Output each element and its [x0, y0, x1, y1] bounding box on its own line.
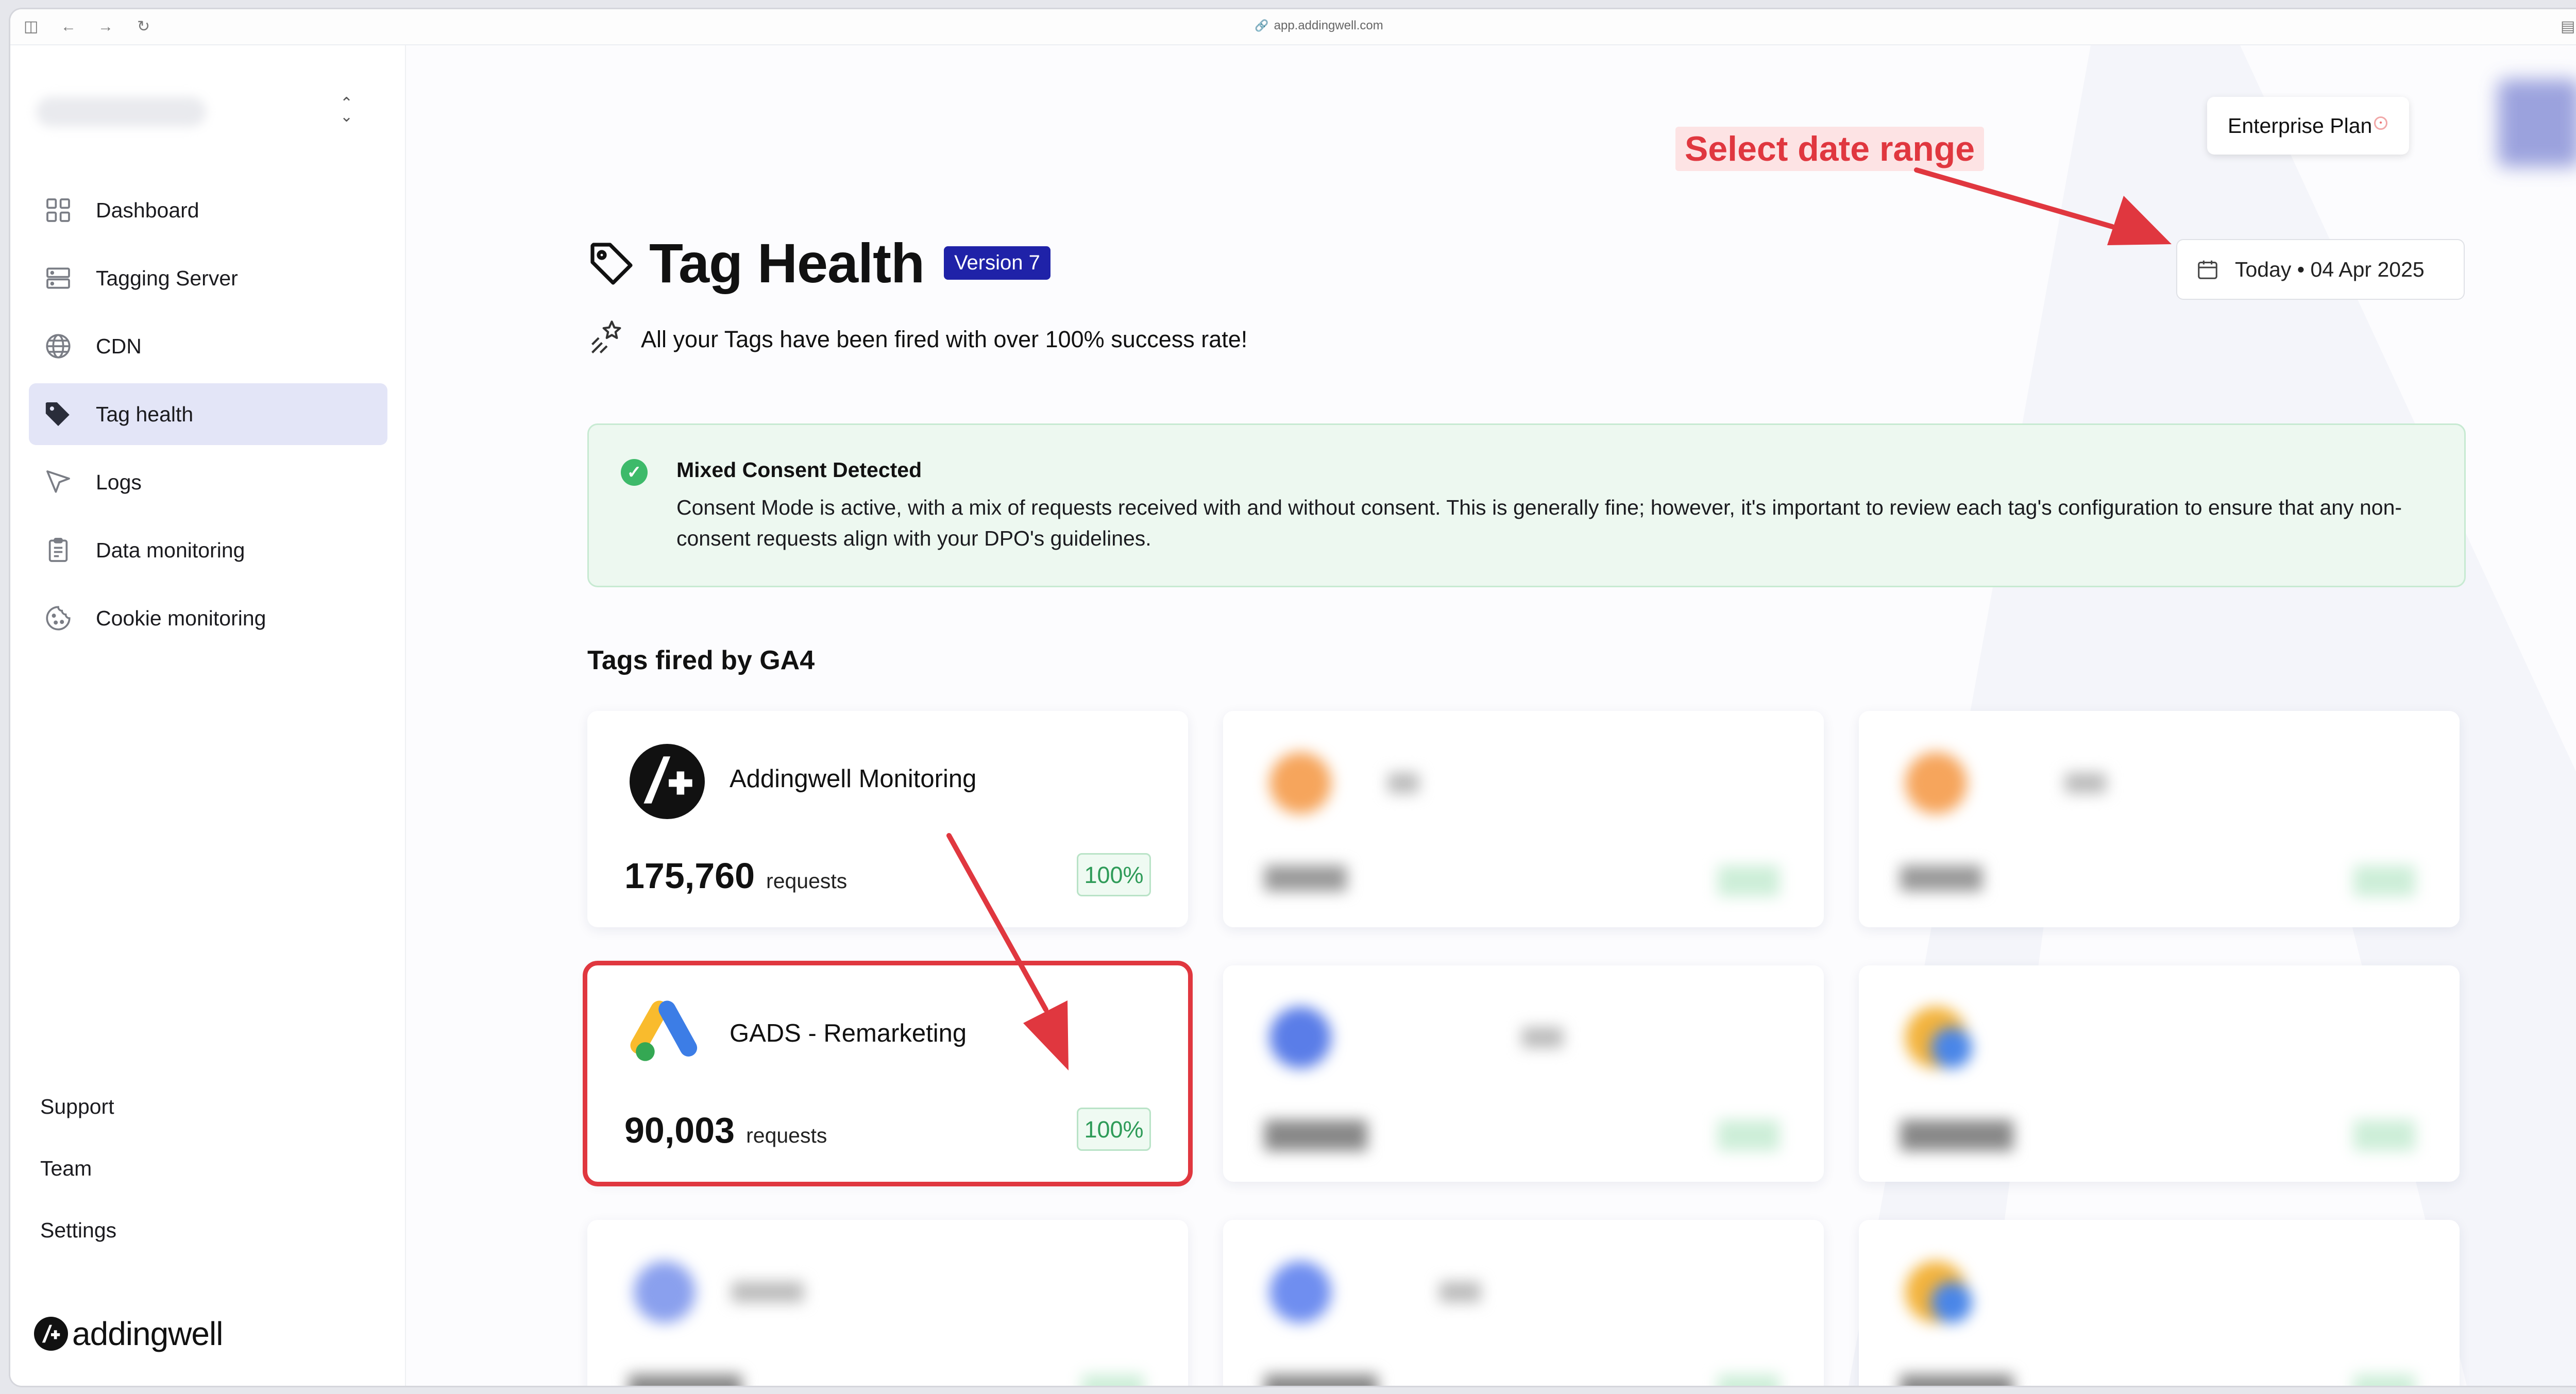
reader-icon[interactable]: ▤: [2561, 19, 2575, 35]
tag-count-value: 90,003: [624, 1110, 735, 1150]
tag-icon: [41, 397, 75, 431]
support-link[interactable]: Support: [40, 1091, 116, 1153]
check-circle-icon: ✓: [621, 459, 648, 486]
browser-window: ◫ ← → ↻ 🔗app.addingwell.com ▤ ◫ ⌃⌄ Dashb…: [10, 9, 2576, 1386]
tag-card-blurred[interactable]: [1223, 965, 1824, 1182]
google-ads-icon: [630, 998, 705, 1074]
tag-card[interactable]: Addingwell Monitoring 175,760 requests 10…: [587, 711, 1188, 927]
avatar[interactable]: [2498, 79, 2576, 167]
sidebar-item-cookie-monitoring[interactable]: Cookie monitoring: [29, 587, 387, 649]
sidebar-item-data-monitoring[interactable]: Data monitoring: [29, 519, 387, 581]
tag-outline-icon: [587, 239, 637, 288]
plan-status-icon: •: [2374, 116, 2387, 130]
browser-toolbar: ◫ ← → ↻ 🔗app.addingwell.com ▤ ◫: [10, 9, 2576, 45]
date-range-picker[interactable]: Today • 04 Apr 2025: [2176, 239, 2465, 300]
logo-text: addingwell: [72, 1315, 223, 1352]
link-icon: 🔗: [1255, 19, 1269, 32]
addingwell-logo-icon: [630, 744, 705, 819]
settings-link[interactable]: Settings: [40, 1215, 116, 1277]
page-subtitle: All your Tags have been fired with over …: [587, 318, 1247, 360]
chevron-updown-icon[interactable]: ⌃ ⌄: [340, 96, 353, 125]
sparkle-icon: [587, 318, 626, 360]
sidebar-item-logs[interactable]: Logs: [29, 451, 387, 513]
alert-body: Consent Mode is active, with a mix of re…: [676, 496, 2402, 550]
address-bar[interactable]: 🔗 app.addingwell.com: [10, 19, 2576, 33]
success-rate-badge: 100%: [1077, 853, 1151, 896]
grid-icon: [41, 193, 75, 227]
team-link[interactable]: Team: [40, 1153, 116, 1215]
tag-card-blurred[interactable]: [1859, 965, 2460, 1182]
sidebar-item-label: Cookie monitoring: [96, 606, 266, 630]
sidebar-nav: Dashboard Tagging Server CDN Tag health: [29, 179, 387, 655]
page-title: Tag Health: [649, 232, 925, 294]
cursor-icon: [41, 465, 75, 499]
tag-name: Addingwell Monitoring: [730, 765, 977, 793]
annotation-label: Select date range: [1675, 127, 1985, 171]
success-rate-badge: 100%: [1077, 1108, 1151, 1151]
main-content: Enterprise Plan • Tag Health Version 7 A…: [406, 45, 2576, 1386]
sidebar-item-cdn[interactable]: CDN: [29, 315, 387, 377]
page-header: Tag Health Version 7: [587, 231, 1050, 295]
tag-count: 175,760 requests: [624, 855, 847, 896]
organization-switcher[interactable]: [36, 97, 206, 127]
section-title: Tags fired by GA4: [587, 645, 815, 675]
tag-card-blurred[interactable]: [1859, 1220, 2460, 1386]
sidebar-item-label: Data monitoring: [96, 538, 245, 562]
sidebar-item-label: Logs: [96, 470, 142, 494]
tag-count-unit: requests: [766, 869, 848, 893]
consent-alert: ✓ Mixed Consent Detected Consent Mode is…: [587, 423, 2466, 587]
tag-card-blurred[interactable]: [1223, 1220, 1824, 1386]
tag-card-blurred[interactable]: [587, 1220, 1188, 1386]
tag-count: 90,003 requests: [624, 1110, 827, 1151]
globe-icon: [41, 329, 75, 363]
date-range-label: Today • 04 Apr 2025: [2235, 257, 2425, 281]
alert-title: Mixed Consent Detected: [676, 458, 922, 482]
sidebar-item-label: Dashboard: [96, 198, 199, 222]
sidebar-item-label: Tag health: [96, 402, 194, 426]
version-badge: Version 7: [944, 246, 1050, 280]
sidebar-bottom-links: Support Team Settings: [40, 1091, 116, 1277]
sidebar-item-dashboard[interactable]: Dashboard: [29, 179, 387, 241]
subtitle-text: All your Tags have been fired with over …: [641, 326, 1248, 352]
addingwell-logo[interactable]: addingwell: [34, 1315, 223, 1353]
clipboard-icon: [41, 533, 75, 567]
sidebar: ⌃ ⌄ Dashboard Tagging Server CDN Tag hea…: [10, 45, 406, 1386]
sidebar-item-tagging-server[interactable]: Tagging Server: [29, 247, 387, 309]
addingwell-logo-icon: [34, 1317, 68, 1351]
tag-count-value: 175,760: [624, 856, 755, 896]
tag-card-blurred[interactable]: [1223, 711, 1824, 927]
tag-count-unit: requests: [746, 1124, 827, 1147]
sidebar-item-tag-health[interactable]: Tag health: [29, 383, 387, 445]
plan-label: Enterprise Plan: [2228, 113, 2372, 138]
tag-name: GADS - Remarketing: [730, 1019, 967, 1047]
tag-card-highlighted[interactable]: GADS - Remarketing 90,003 requests 100%: [583, 961, 1193, 1186]
calendar-icon: [2196, 258, 2219, 281]
server-icon: [41, 261, 75, 295]
enterprise-plan-button[interactable]: Enterprise Plan •: [2207, 97, 2409, 155]
sidebar-item-label: CDN: [96, 334, 142, 358]
cookie-icon: [41, 601, 75, 635]
sidebar-item-label: Tagging Server: [96, 266, 238, 290]
tag-card-blurred[interactable]: [1859, 711, 2460, 927]
url-text: app.addingwell.com: [1274, 19, 1383, 32]
